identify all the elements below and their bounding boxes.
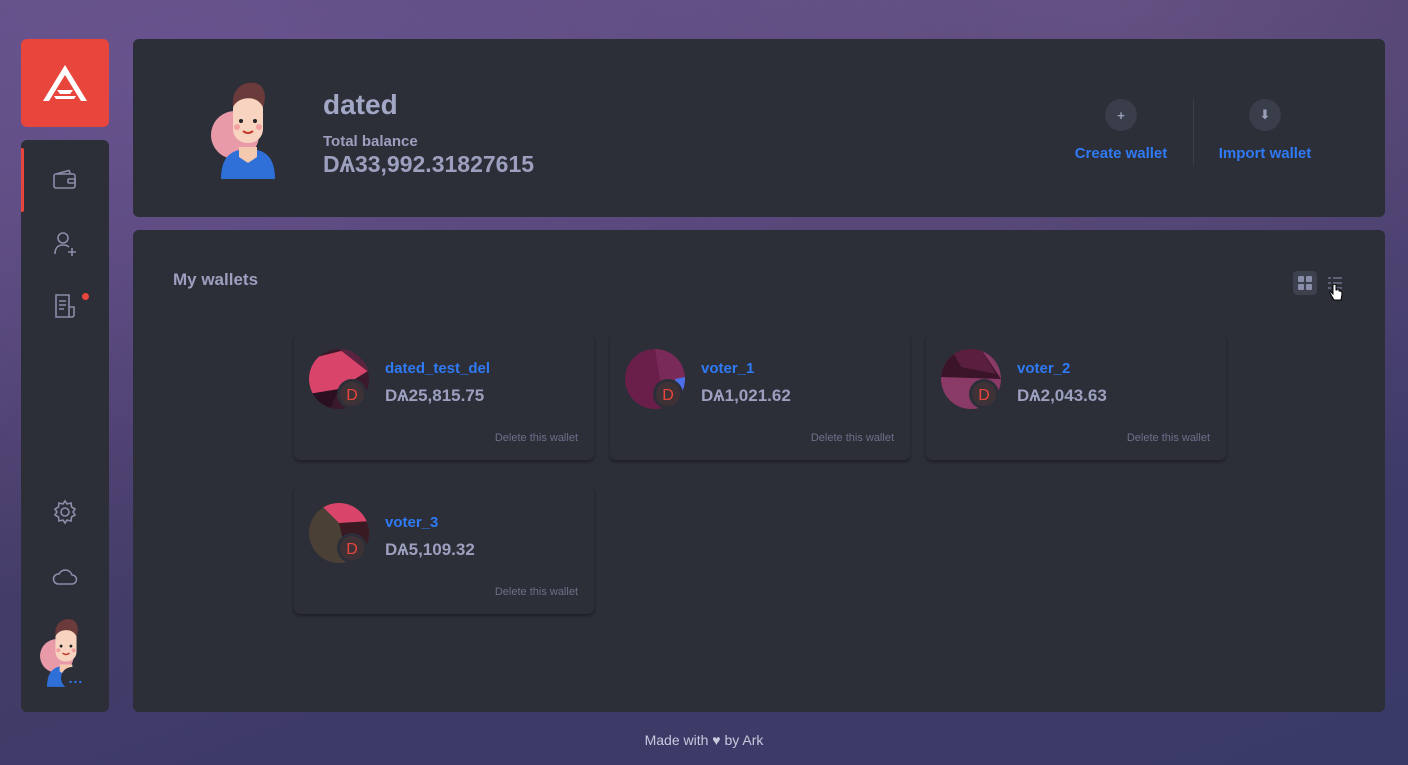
wallet-avatar: D: [941, 349, 1003, 411]
svg-text:D: D: [662, 387, 674, 404]
sidebar-item-network[interactable]: [21, 545, 109, 609]
sidebar-item-settings[interactable]: [21, 480, 109, 544]
gear-icon: [53, 499, 77, 525]
wallet-avatar: D: [309, 349, 371, 411]
sidebar: ...: [21, 140, 109, 712]
wallet-balance: DѦ1,021.62: [701, 386, 791, 405]
ark-logo-icon: [43, 65, 87, 101]
wallet-card[interactable]: D voter_3 DѦ5,109.32 Delete this wallet: [294, 488, 594, 614]
svg-text:D: D: [346, 541, 358, 558]
sidebar-item-contacts[interactable]: [21, 212, 109, 276]
wallet-avatar: D: [625, 349, 687, 411]
wallet-name[interactable]: voter_2: [1017, 360, 1070, 377]
svg-text:D: D: [346, 387, 358, 404]
cloud-icon: [52, 569, 78, 585]
plus-icon: +: [1105, 99, 1137, 131]
hand-cursor-icon: [1329, 284, 1343, 301]
svg-text:D: D: [978, 387, 990, 404]
create-wallet-label: Create wallet: [1074, 145, 1168, 162]
transactions-icon: [55, 294, 75, 318]
total-balance-label: Total balance: [323, 133, 418, 150]
page-title: My wallets: [173, 270, 259, 289]
more-button[interactable]: ...: [61, 667, 91, 689]
wallets-panel: My wallets D dated_test_del DѦ25,815.75 …: [133, 230, 1385, 712]
ark-logo[interactable]: [21, 39, 109, 127]
wallet-avatar: D: [309, 503, 371, 565]
total-balance-value: DѦ33,992.31827615: [323, 151, 535, 177]
sidebar-item-transactions[interactable]: [21, 274, 109, 338]
profile-header: dated Total balance DѦ33,992.31827615 + …: [133, 39, 1385, 217]
wallet-name[interactable]: voter_3: [385, 514, 438, 531]
delete-wallet-link[interactable]: Delete this wallet: [811, 432, 894, 444]
wallet-balance: DѦ2,043.63: [1017, 386, 1107, 405]
import-wallet-button[interactable]: ⬇ Import wallet: [1205, 99, 1325, 162]
profile-avatar-large: [211, 77, 285, 179]
delete-wallet-link[interactable]: Delete this wallet: [495, 586, 578, 598]
import-icon: ⬇: [1249, 99, 1281, 131]
action-divider: [1193, 99, 1194, 165]
import-wallet-label: Import wallet: [1218, 145, 1312, 162]
grid-view-toggle[interactable]: [1293, 271, 1317, 295]
wallet-name[interactable]: dated_test_del: [385, 360, 490, 377]
wallet-name[interactable]: voter_1: [701, 360, 754, 377]
wallet-card[interactable]: D voter_1 DѦ1,021.62 Delete this wallet: [610, 334, 910, 460]
delete-wallet-link[interactable]: Delete this wallet: [1127, 432, 1210, 444]
grid-icon: [1298, 276, 1312, 290]
wallet-balance: DѦ5,109.32: [385, 540, 475, 559]
create-wallet-button[interactable]: + Create wallet: [1061, 99, 1181, 162]
delete-wallet-link[interactable]: Delete this wallet: [495, 432, 578, 444]
wallet-card[interactable]: D dated_test_del DѦ25,815.75 Delete this…: [294, 334, 594, 460]
wallet-icon: [53, 169, 76, 189]
wallet-card[interactable]: D voter_2 DѦ2,043.63 Delete this wallet: [926, 334, 1226, 460]
profile-name: dated: [323, 89, 398, 120]
footer-credit: Made with ♥ by Ark: [644, 732, 764, 748]
notification-dot: [82, 293, 89, 300]
add-contact-icon: [54, 232, 76, 256]
sidebar-item-wallets[interactable]: [21, 148, 109, 212]
wallet-balance: DѦ25,815.75: [385, 386, 485, 405]
avatar: [211, 82, 275, 179]
